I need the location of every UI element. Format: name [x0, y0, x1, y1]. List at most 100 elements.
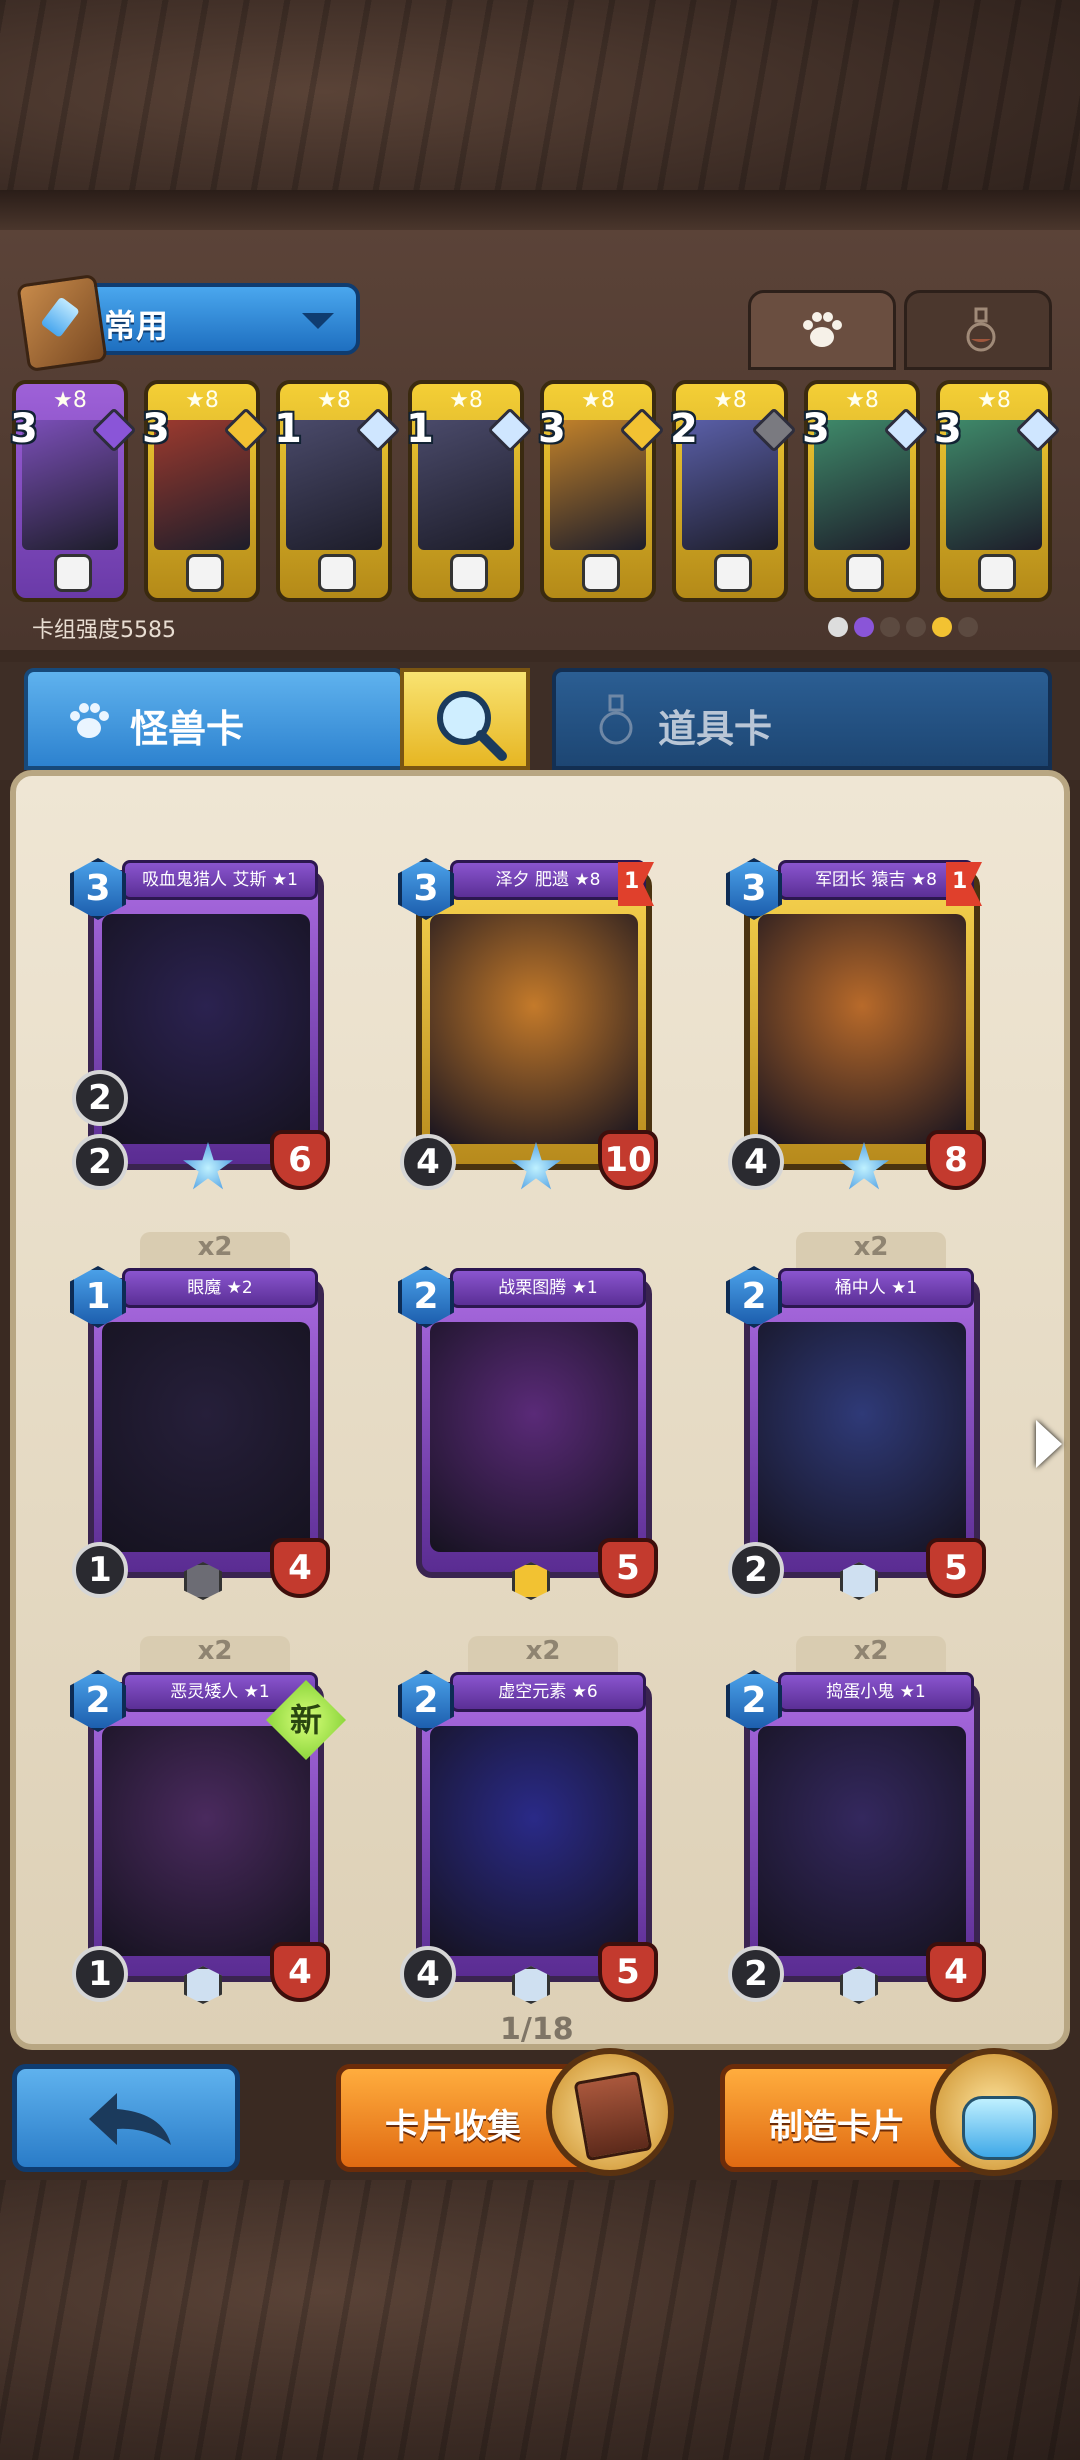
dice-icon: [186, 554, 224, 592]
deck-card-cost: 3: [538, 406, 566, 452]
paw-icon: [803, 312, 842, 347]
card-hp: 4: [926, 1942, 986, 2002]
monster-card[interactable]: x2 捣蛋小鬼 ★1 2 2 4: [726, 1636, 986, 2004]
tab-item-cards[interactable]: 道具卡: [552, 668, 1052, 770]
card-hp: 5: [598, 1538, 658, 1598]
craft-jar-icon[interactable]: [930, 2048, 1058, 2176]
card-art: [102, 914, 310, 1144]
card-attack: 1: [72, 1946, 128, 2002]
deck-name: 常用: [104, 307, 169, 345]
deck-card-cost: 1: [274, 406, 302, 452]
deck-book-icon: [16, 273, 108, 373]
page-indicator: 1/18: [500, 2012, 574, 2047]
card-hp: 4: [270, 1538, 330, 1598]
card-range: 2: [72, 1070, 128, 1126]
card-copies-count: x2: [796, 1636, 946, 1676]
deck-card-7[interactable]: ★8 3: [802, 380, 929, 602]
monster-card[interactable]: 战栗图腾 ★1 2 5: [398, 1266, 658, 1600]
card-art: [758, 914, 966, 1144]
card-attack: 2: [728, 1542, 784, 1598]
tab-potion-filter[interactable]: [904, 290, 1052, 370]
search-button[interactable]: [400, 668, 530, 770]
potion-flask-icon: [599, 694, 633, 745]
card-hp: 4: [270, 1942, 330, 2002]
card-name: 虚空元素 ★6: [450, 1672, 646, 1712]
potion-flask-icon: [966, 307, 996, 352]
dice-icon: [582, 554, 620, 592]
monster-card[interactable]: x2 桶中人 ★1 2 2 5: [726, 1232, 986, 1600]
dice-icon: [714, 554, 752, 592]
monster-card[interactable]: x2 眼魔 ★2 1 1 4: [70, 1232, 330, 1600]
paw-icon: [70, 703, 109, 738]
bottom-wood-background: [0, 2180, 1080, 2460]
back-button[interactable]: [12, 2064, 240, 2172]
deck-card-cost: 1: [406, 406, 434, 452]
card-hp: 6: [270, 1130, 330, 1190]
card-name: 捣蛋小鬼 ★1: [778, 1672, 974, 1712]
deck-card-4[interactable]: ★8 1: [406, 380, 533, 602]
dice-icon: [318, 554, 356, 592]
circle-filter-icon[interactable]: [828, 617, 848, 637]
card-name: 眼魔 ★2: [122, 1268, 318, 1308]
card-copies-count: x2: [796, 1232, 946, 1272]
deck-card-cost: 3: [142, 406, 170, 452]
dice-icon: [54, 554, 92, 592]
card-art: [758, 1322, 966, 1552]
deck-power-label: 卡组强度5585: [32, 618, 176, 643]
monster-card[interactable]: x2 虚空元素 ★6 2 4 5: [398, 1636, 658, 2004]
trophy-filter-icon[interactable]: [932, 617, 952, 637]
deck-card-5[interactable]: ★8 3: [538, 380, 665, 602]
card-art: [102, 1322, 310, 1552]
flame-filter-icon[interactable]: [958, 617, 978, 637]
dice-icon: [846, 554, 884, 592]
card-attack: 2: [728, 1946, 784, 2002]
card-attack: 4: [400, 1946, 456, 2002]
monster-card[interactable]: 泽夕 肥遗 ★8 3 1 4 10: [398, 858, 658, 1190]
card-album-icon[interactable]: [546, 2048, 674, 2176]
monster-card[interactable]: 吸血鬼猎人 艾斯 ★1 3 2 2 6: [70, 858, 330, 1190]
fist-filter-icon[interactable]: [906, 617, 926, 637]
dice-icon: [450, 554, 488, 592]
card-art: [758, 1726, 966, 1956]
card-attack: 1: [72, 1542, 128, 1598]
craft-card-label: 制造卡片: [769, 2107, 905, 2147]
card-name: 桶中人 ★1: [778, 1268, 974, 1308]
deck-card-3[interactable]: ★8 1: [274, 380, 401, 602]
deck-card-1[interactable]: ★8 3: [10, 380, 137, 602]
card-collection-label: 卡片收集: [385, 2107, 521, 2147]
search-icon: [437, 691, 507, 761]
card-copies-count: x2: [140, 1232, 290, 1272]
tab-monster-label: 怪兽卡: [130, 707, 245, 751]
filter-icons: [828, 612, 984, 640]
deck-select-dropdown[interactable]: 常用: [16, 273, 360, 373]
card-attack: 4: [400, 1134, 456, 1190]
tab-beast-filter[interactable]: [748, 290, 896, 370]
card-attack: 4: [728, 1134, 784, 1190]
deck-card-cost: 3: [802, 406, 830, 452]
card-name: 吸血鬼猎人 艾斯 ★1: [122, 860, 318, 900]
card-copies-count: x2: [468, 1636, 618, 1676]
purple-filter-icon[interactable]: [854, 617, 874, 637]
claw-filter-icon[interactable]: [880, 617, 900, 637]
card-hp: 8: [926, 1130, 986, 1190]
monster-card[interactable]: 军团长 猿吉 ★8 3 1 4 8: [726, 858, 986, 1190]
next-page-arrow-icon[interactable]: [1036, 1420, 1062, 1468]
tab-monster-cards[interactable]: 怪兽卡: [24, 668, 404, 770]
card-hp: 10: [598, 1130, 658, 1190]
top-rail: [0, 190, 1080, 230]
card-name: 泽夕 肥遗 ★8: [450, 860, 646, 900]
card-name: 军团长 猿吉 ★8: [778, 860, 974, 900]
back-arrow-icon: [89, 2093, 171, 2145]
card-name: 战栗图腾 ★1: [450, 1268, 646, 1308]
chevron-down-icon: [302, 313, 334, 329]
deck-card-2[interactable]: ★8 3: [142, 380, 269, 602]
card-copies-count: x2: [140, 1636, 290, 1676]
deck-card-cost: 3: [934, 406, 962, 452]
deck-card-8[interactable]: ★8 3: [934, 380, 1061, 602]
deck-card-cost: 3: [10, 406, 38, 452]
card-hp: 5: [598, 1942, 658, 2002]
deck-card-row: ★8 3 ★8 3 ★8 1 ★8 1 ★8 3 ★8 2 ★8 3 ★8 3: [10, 380, 1068, 610]
deck-card-6[interactable]: ★8 2: [670, 380, 797, 602]
card-art: [102, 1726, 310, 1956]
card-art: [430, 1726, 638, 1956]
